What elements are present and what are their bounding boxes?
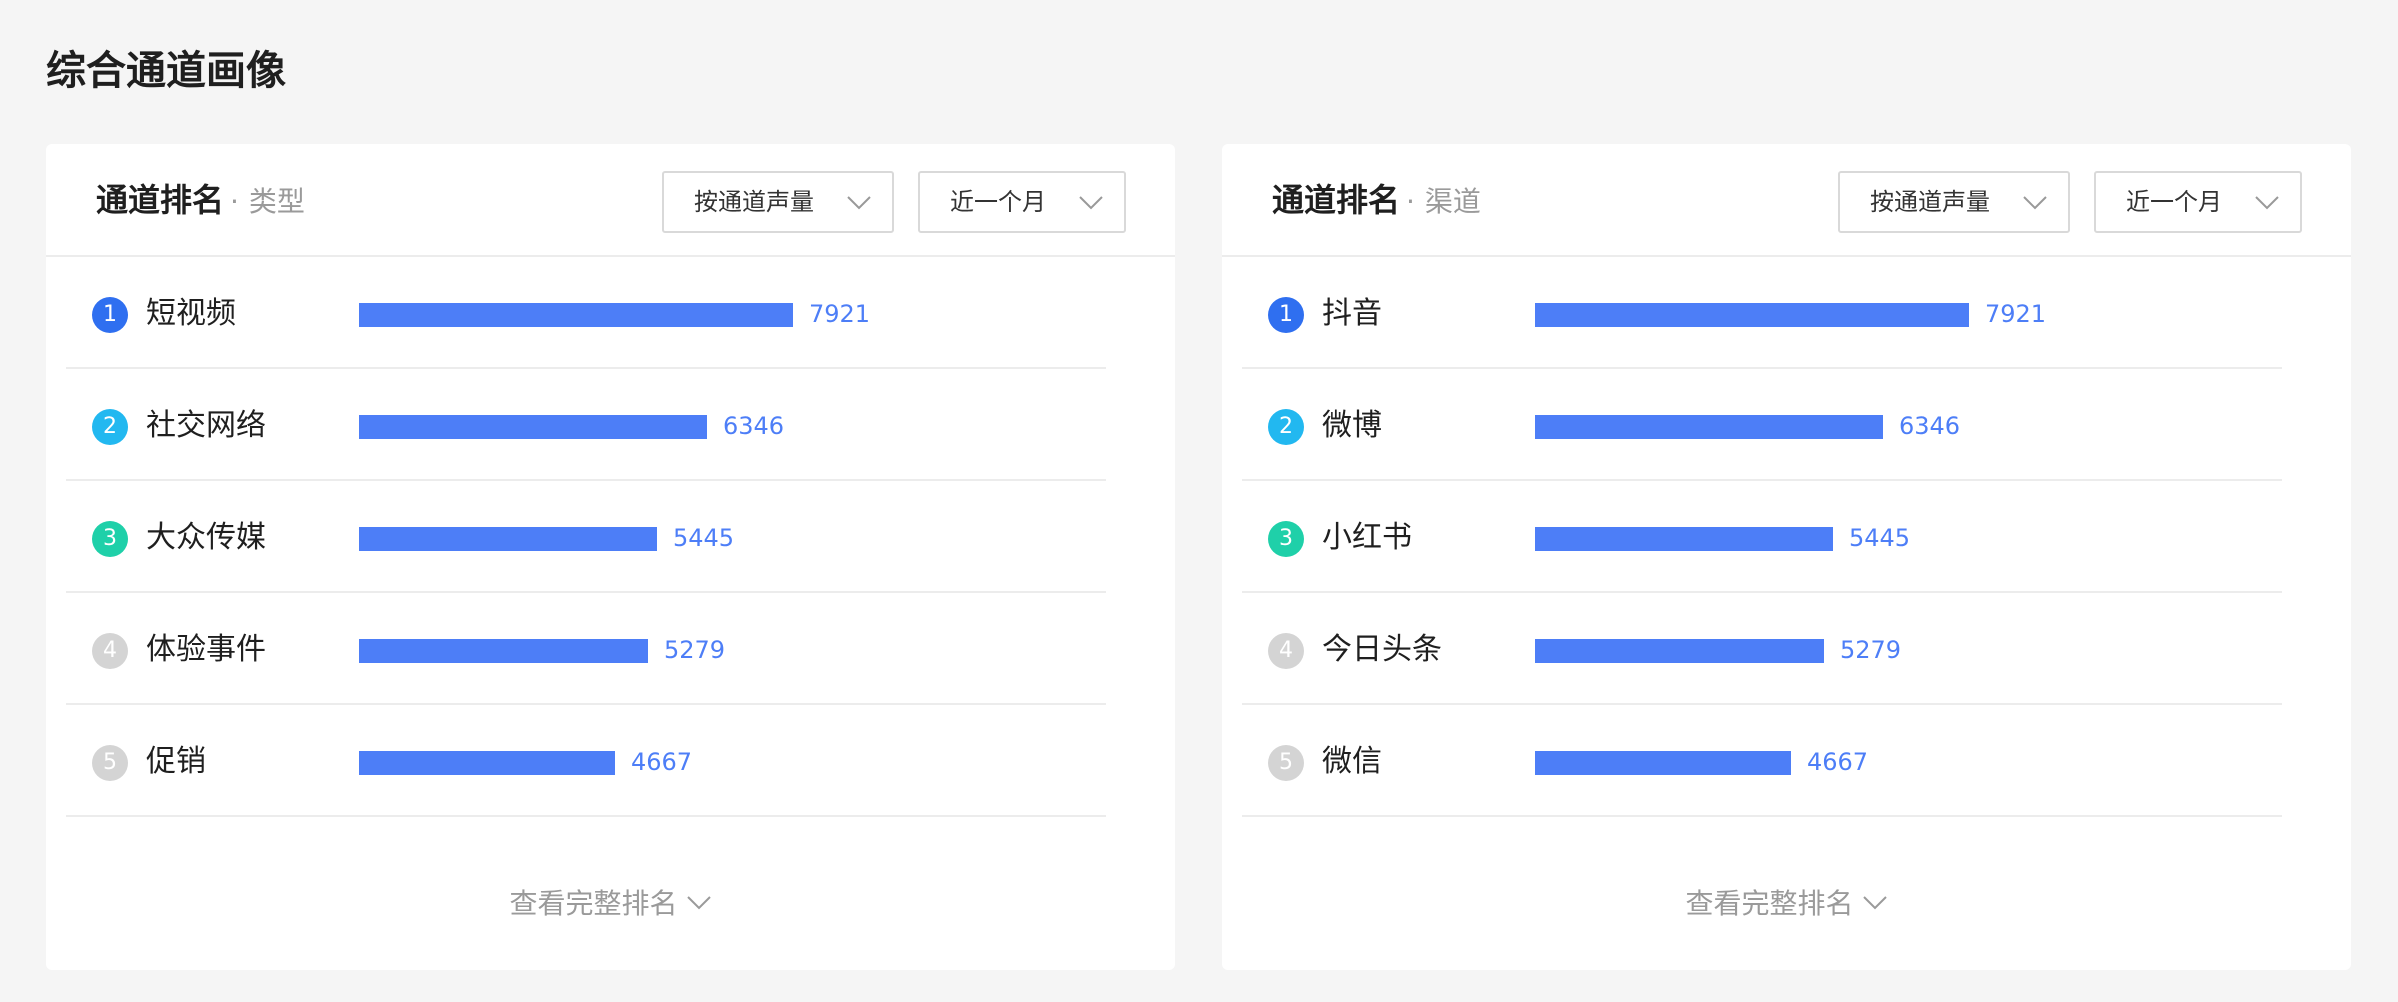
ranking-bar xyxy=(1535,639,1824,663)
card-title-text: 通道排名 xyxy=(96,181,225,219)
ranking-list: 1 抖音 7921 2 微博 6346 3 小红书 5445 4 今日头条 52… xyxy=(1242,257,2282,817)
ranking-bar xyxy=(1535,415,1883,439)
ranking-value: 5445 xyxy=(673,524,735,552)
channel-ranking-card-channel: 通道排名 · 渠道 按通道声量 近一个月 1 抖音 7921 2 微博 6346 3… xyxy=(1222,144,2351,970)
metric-select[interactable]: 按通道声量 xyxy=(1838,171,2070,233)
ranking-bar xyxy=(359,751,615,775)
rank-badge: 5 xyxy=(1268,745,1304,781)
ranking-value: 6346 xyxy=(723,412,785,440)
view-full-ranking-link[interactable]: 查看完整排名 xyxy=(46,884,1175,924)
ranking-row: 2 微博 6346 xyxy=(1242,369,2282,481)
ranking-row: 1 短视频 7921 xyxy=(66,257,1106,369)
ranking-value: 7921 xyxy=(1985,300,2047,328)
rank-badge: 4 xyxy=(1268,633,1304,669)
ranking-value: 6346 xyxy=(1899,412,1961,440)
card-header: 通道排名 · 渠道 按通道声量 近一个月 xyxy=(1222,144,2351,257)
channel-ranking-card-type: 通道排名 · 类型 按通道声量 近一个月 1 短视频 7921 2 社交网络 634… xyxy=(46,144,1175,970)
view-full-ranking-link[interactable]: 查看完整排名 xyxy=(1222,884,2351,924)
card-title: 通道排名 · 渠道 xyxy=(1272,180,1481,222)
ranking-row: 3 大众传媒 5445 xyxy=(66,481,1106,593)
ranking-bar xyxy=(1535,751,1791,775)
chevron-down-icon xyxy=(847,196,871,210)
ranking-row: 3 小红书 5445 xyxy=(1242,481,2282,593)
ranking-label: 抖音 xyxy=(1322,296,1382,331)
ranking-bar xyxy=(1535,527,1833,551)
rank-badge: 4 xyxy=(92,633,128,669)
ranking-label: 小红书 xyxy=(1322,520,1412,555)
page-title: 综合通道画像 xyxy=(46,48,286,94)
chevron-down-icon xyxy=(2255,196,2279,210)
metric-select[interactable]: 按通道声量 xyxy=(662,171,894,233)
ranking-bar xyxy=(359,639,648,663)
ranking-label: 社交网络 xyxy=(146,408,266,443)
ranking-label: 短视频 xyxy=(146,296,236,331)
card-title: 通道排名 · 类型 xyxy=(96,180,305,222)
card-subtitle: · 类型 xyxy=(230,185,305,218)
ranking-row: 2 社交网络 6346 xyxy=(66,369,1106,481)
ranking-row: 5 微信 4667 xyxy=(1242,705,2282,817)
ranking-bar xyxy=(359,527,657,551)
card-header: 通道排名 · 类型 按通道声量 近一个月 xyxy=(46,144,1175,257)
card-title-text: 通道排名 xyxy=(1272,181,1401,219)
period-select[interactable]: 近一个月 xyxy=(2094,171,2302,233)
ranking-list: 1 短视频 7921 2 社交网络 6346 3 大众传媒 5445 4 体验事… xyxy=(66,257,1106,817)
metric-select-value: 按通道声量 xyxy=(694,188,814,216)
period-select-value: 近一个月 xyxy=(2126,188,2222,216)
chevron-down-icon xyxy=(2023,196,2047,210)
ranking-label: 促销 xyxy=(146,744,206,779)
rank-badge: 2 xyxy=(92,409,128,445)
ranking-label: 今日头条 xyxy=(1322,632,1442,667)
ranking-row: 5 促销 4667 xyxy=(66,705,1106,817)
view-full-ranking-label: 查看完整排名 xyxy=(1685,887,1854,920)
ranking-bar xyxy=(359,415,707,439)
ranking-value: 5279 xyxy=(1840,636,1902,664)
rank-badge: 5 xyxy=(92,745,128,781)
ranking-value: 4667 xyxy=(631,748,693,776)
ranking-value: 4667 xyxy=(1807,748,1869,776)
card-subtitle-text: 类型 xyxy=(248,185,305,218)
card-subtitle-text: 渠道 xyxy=(1424,185,1481,218)
ranking-label: 大众传媒 xyxy=(146,520,266,555)
chevron-down-icon xyxy=(1862,896,1887,910)
ranking-row: 4 今日头条 5279 xyxy=(1242,593,2282,705)
period-select[interactable]: 近一个月 xyxy=(918,171,1126,233)
ranking-row: 1 抖音 7921 xyxy=(1242,257,2282,369)
ranking-label: 微博 xyxy=(1322,408,1382,443)
rank-badge: 3 xyxy=(1268,521,1304,557)
ranking-value: 7921 xyxy=(809,300,871,328)
card-subtitle: · 渠道 xyxy=(1406,185,1481,218)
chevron-down-icon xyxy=(1079,196,1103,210)
rank-badge: 2 xyxy=(1268,409,1304,445)
chevron-down-icon xyxy=(686,896,711,910)
ranking-bar xyxy=(1535,303,1969,327)
rank-badge: 3 xyxy=(92,521,128,557)
ranking-label: 微信 xyxy=(1322,744,1382,779)
ranking-label: 体验事件 xyxy=(146,632,266,667)
ranking-bar xyxy=(359,303,793,327)
rank-badge: 1 xyxy=(1268,297,1304,333)
period-select-value: 近一个月 xyxy=(950,188,1046,216)
ranking-row: 4 体验事件 5279 xyxy=(66,593,1106,705)
ranking-value: 5445 xyxy=(1849,524,1911,552)
metric-select-value: 按通道声量 xyxy=(1870,188,1990,216)
view-full-ranking-label: 查看完整排名 xyxy=(509,887,678,920)
ranking-value: 5279 xyxy=(664,636,726,664)
rank-badge: 1 xyxy=(92,297,128,333)
